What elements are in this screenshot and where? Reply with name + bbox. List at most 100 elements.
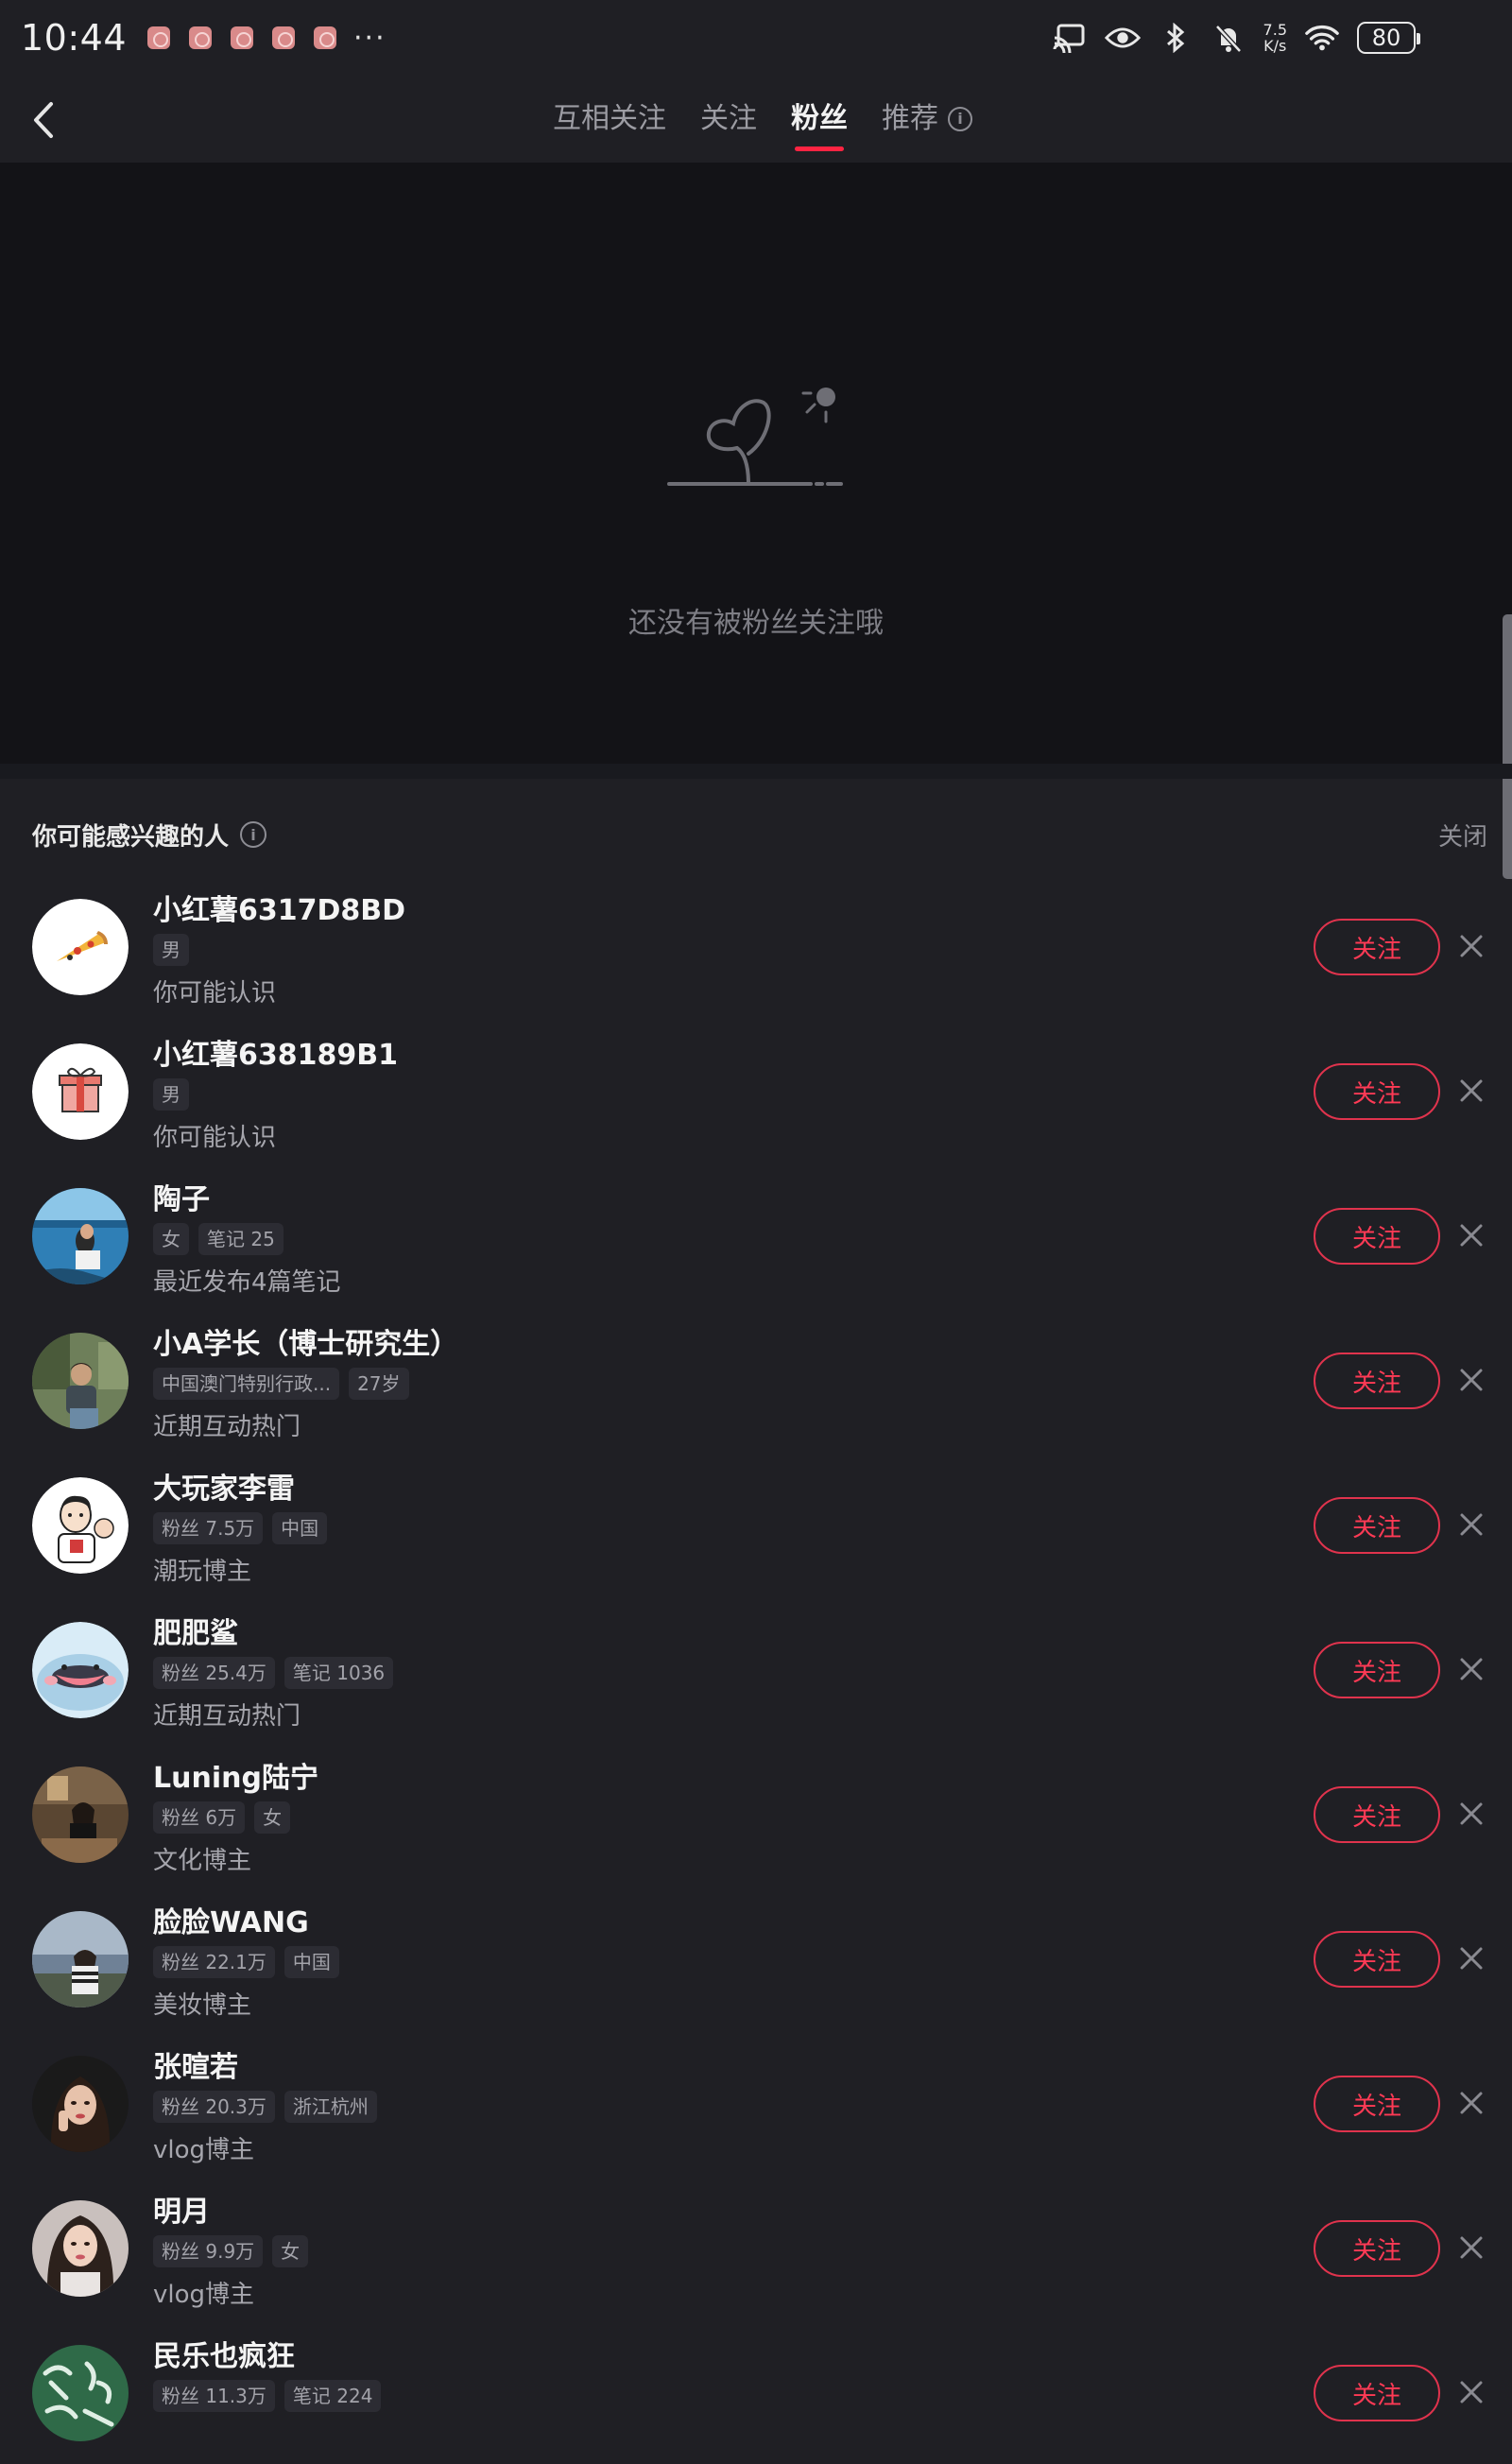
close-icon[interactable] xyxy=(1457,1510,1486,1539)
coast-photo-avatar[interactable] xyxy=(32,1911,129,2007)
user-tags: 粉丝 20.3万 浙江杭州 xyxy=(153,2091,377,2123)
close-icon[interactable] xyxy=(1457,1366,1486,1394)
list-item[interactable]: 小红薯638189B1 男 你可能认识 关注 xyxy=(0,1018,1512,1163)
selfie-photo-avatar[interactable] xyxy=(32,2200,129,2297)
user-tag: 27岁 xyxy=(349,1368,409,1400)
follow-button[interactable]: 关注 xyxy=(1314,2076,1440,2132)
user-tag: 浙江杭州 xyxy=(284,2091,377,2123)
close-suggestions-button[interactable]: 关闭 xyxy=(1438,818,1487,853)
user-name[interactable]: 民乐也疯狂 xyxy=(153,2333,295,2374)
network-speed: 7.5 K/s xyxy=(1263,22,1287,54)
speed-value: 7.5 xyxy=(1263,21,1287,39)
close-icon[interactable] xyxy=(1457,932,1486,960)
list-item[interactable]: Luning陆宁 粉丝 6万 女 文化博主 关注 xyxy=(0,1741,1512,1886)
room-photo-avatar[interactable] xyxy=(32,1766,129,1863)
follow-button[interactable]: 关注 xyxy=(1314,919,1440,975)
pizza-avatar[interactable] xyxy=(32,899,129,995)
follow-button[interactable]: 关注 xyxy=(1314,1931,1440,1988)
user-reason: 你可能认识 xyxy=(153,1124,277,1152)
list-item[interactable]: 陶子 女 笔记 25 最近发布4篇笔记 关注 xyxy=(0,1163,1512,1307)
scrollbar[interactable] xyxy=(1503,614,1512,879)
close-icon[interactable] xyxy=(1457,2378,1486,2406)
list-item[interactable]: 脸脸WANG 粉丝 22.1万 中国 美妆博主 关注 xyxy=(0,1886,1512,2030)
speed-unit: K/s xyxy=(1263,37,1287,55)
close-icon[interactable] xyxy=(1457,2089,1486,2117)
info-icon[interactable]: i xyxy=(240,821,267,848)
list-item[interactable]: 大玩家李雷 粉丝 7.5万 中国 潮玩博主 关注 xyxy=(0,1452,1512,1596)
list-item[interactable]: 张暄若 粉丝 20.3万 浙江杭州 vlog博主 关注 xyxy=(0,2030,1512,2175)
user-tags: 粉丝 11.3万 笔记 224 xyxy=(153,2380,382,2412)
user-reason: 你可能认识 xyxy=(153,979,277,1008)
list-item[interactable]: 肥肥鲨 粉丝 25.4万 笔记 1036 近期互动热门 关注 xyxy=(0,1596,1512,1741)
notification-icons xyxy=(147,26,337,49)
tab-label: 粉丝 xyxy=(791,102,848,135)
user-tag: 粉丝 22.1万 xyxy=(153,1946,275,1978)
list-item[interactable]: 小A学长（博士研究生） 中国澳门特别行政... 27岁 近期互动热门 关注 xyxy=(0,1307,1512,1452)
close-icon[interactable] xyxy=(1457,2233,1486,2262)
follow-button[interactable]: 关注 xyxy=(1314,2220,1440,2277)
user-name[interactable]: 明月 xyxy=(153,2188,210,2230)
user-tag: 男 xyxy=(153,934,189,966)
user-tag: 中国 xyxy=(272,1512,328,1544)
follow-button[interactable]: 关注 xyxy=(1314,1642,1440,1698)
user-name[interactable]: 大玩家李雷 xyxy=(153,1465,295,1507)
list-item[interactable]: 民乐也疯狂 粉丝 11.3万 笔记 224 关注 xyxy=(0,2319,1512,2464)
calligraphy-avatar[interactable] xyxy=(32,2345,129,2441)
user-tag: 男 xyxy=(153,1078,189,1111)
tab-bar: 互相关注 关注 粉丝 推荐 i xyxy=(0,76,1512,163)
list-item[interactable]: 明月 粉丝 9.9万 女 vlog博主 关注 xyxy=(0,2175,1512,2319)
user-name[interactable]: 小红薯638189B1 xyxy=(153,1031,398,1073)
follow-button[interactable]: 关注 xyxy=(1314,1063,1440,1120)
user-tag: 粉丝 11.3万 xyxy=(153,2380,275,2412)
follow-button[interactable]: 关注 xyxy=(1314,1208,1440,1265)
close-icon[interactable] xyxy=(1457,1655,1486,1683)
more-notifications-icon: ··· xyxy=(353,21,387,55)
close-icon[interactable] xyxy=(1457,1077,1486,1105)
user-tag: 女 xyxy=(272,2235,309,2267)
user-reason: vlog博主 xyxy=(153,2136,255,2164)
user-name[interactable]: Luning陆宁 xyxy=(153,1754,318,1796)
user-name[interactable]: 脸脸WANG xyxy=(153,1899,309,1940)
empty-state: 还没有被粉丝关注哦 xyxy=(0,163,1512,879)
close-icon[interactable] xyxy=(1457,1944,1486,1973)
mute-bell-icon xyxy=(1211,20,1246,56)
follow-button[interactable]: 关注 xyxy=(1314,1353,1440,1409)
tab-fans[interactable]: 粉丝 xyxy=(791,76,848,163)
tab-following[interactable]: 关注 xyxy=(700,76,757,163)
user-tag: 中国澳门特别行政... xyxy=(153,1368,340,1400)
user-name[interactable]: 小A学长（博士研究生） xyxy=(153,1320,458,1362)
follow-button[interactable]: 关注 xyxy=(1314,2365,1440,2421)
shark-avatar[interactable] xyxy=(32,1622,129,1718)
user-name[interactable]: 小红薯6317D8BD xyxy=(153,887,405,928)
portrait-photo-avatar[interactable] xyxy=(32,2056,129,2152)
cartoon-avatar[interactable] xyxy=(32,1477,129,1574)
section-divider xyxy=(0,764,1512,779)
user-tags: 粉丝 6万 女 xyxy=(153,1801,291,1834)
user-tag: 粉丝 7.5万 xyxy=(153,1512,264,1544)
close-icon[interactable] xyxy=(1457,1800,1486,1828)
follow-button[interactable]: 关注 xyxy=(1314,1497,1440,1554)
user-name[interactable]: 陶子 xyxy=(153,1176,210,1217)
user-name[interactable]: 张暄若 xyxy=(153,2043,238,2085)
user-name[interactable]: 肥肥鲨 xyxy=(153,1610,238,1651)
empty-message: 还没有被粉丝关注哦 xyxy=(628,607,884,640)
follow-button[interactable]: 关注 xyxy=(1314,1786,1440,1843)
list-item[interactable]: 小红薯6317D8BD 男 你可能认识 关注 xyxy=(0,873,1512,1018)
user-tags: 男 xyxy=(153,1078,189,1111)
student-photo-avatar[interactable] xyxy=(32,1333,129,1429)
tab-recommended[interactable]: 推荐 i xyxy=(882,76,972,163)
tab-label: 关注 xyxy=(700,102,757,135)
user-tag: 粉丝 9.9万 xyxy=(153,2235,264,2267)
gift-avatar[interactable] xyxy=(32,1043,129,1140)
close-icon[interactable] xyxy=(1457,1221,1486,1249)
sea-photo-avatar[interactable] xyxy=(32,1188,129,1284)
tab-mutual[interactable]: 互相关注 xyxy=(553,76,666,163)
app-notification-icon xyxy=(272,26,296,49)
user-tags: 男 xyxy=(153,934,189,966)
user-tag: 笔记 1036 xyxy=(284,1657,394,1689)
suggestions-header: 你可能感兴趣的人 i 关闭 xyxy=(32,811,1487,858)
user-tag: 女 xyxy=(153,1223,189,1255)
user-reason: 近期互动热门 xyxy=(153,1702,301,1731)
info-icon[interactable]: i xyxy=(948,107,972,131)
user-tag: 笔记 25 xyxy=(198,1223,284,1255)
